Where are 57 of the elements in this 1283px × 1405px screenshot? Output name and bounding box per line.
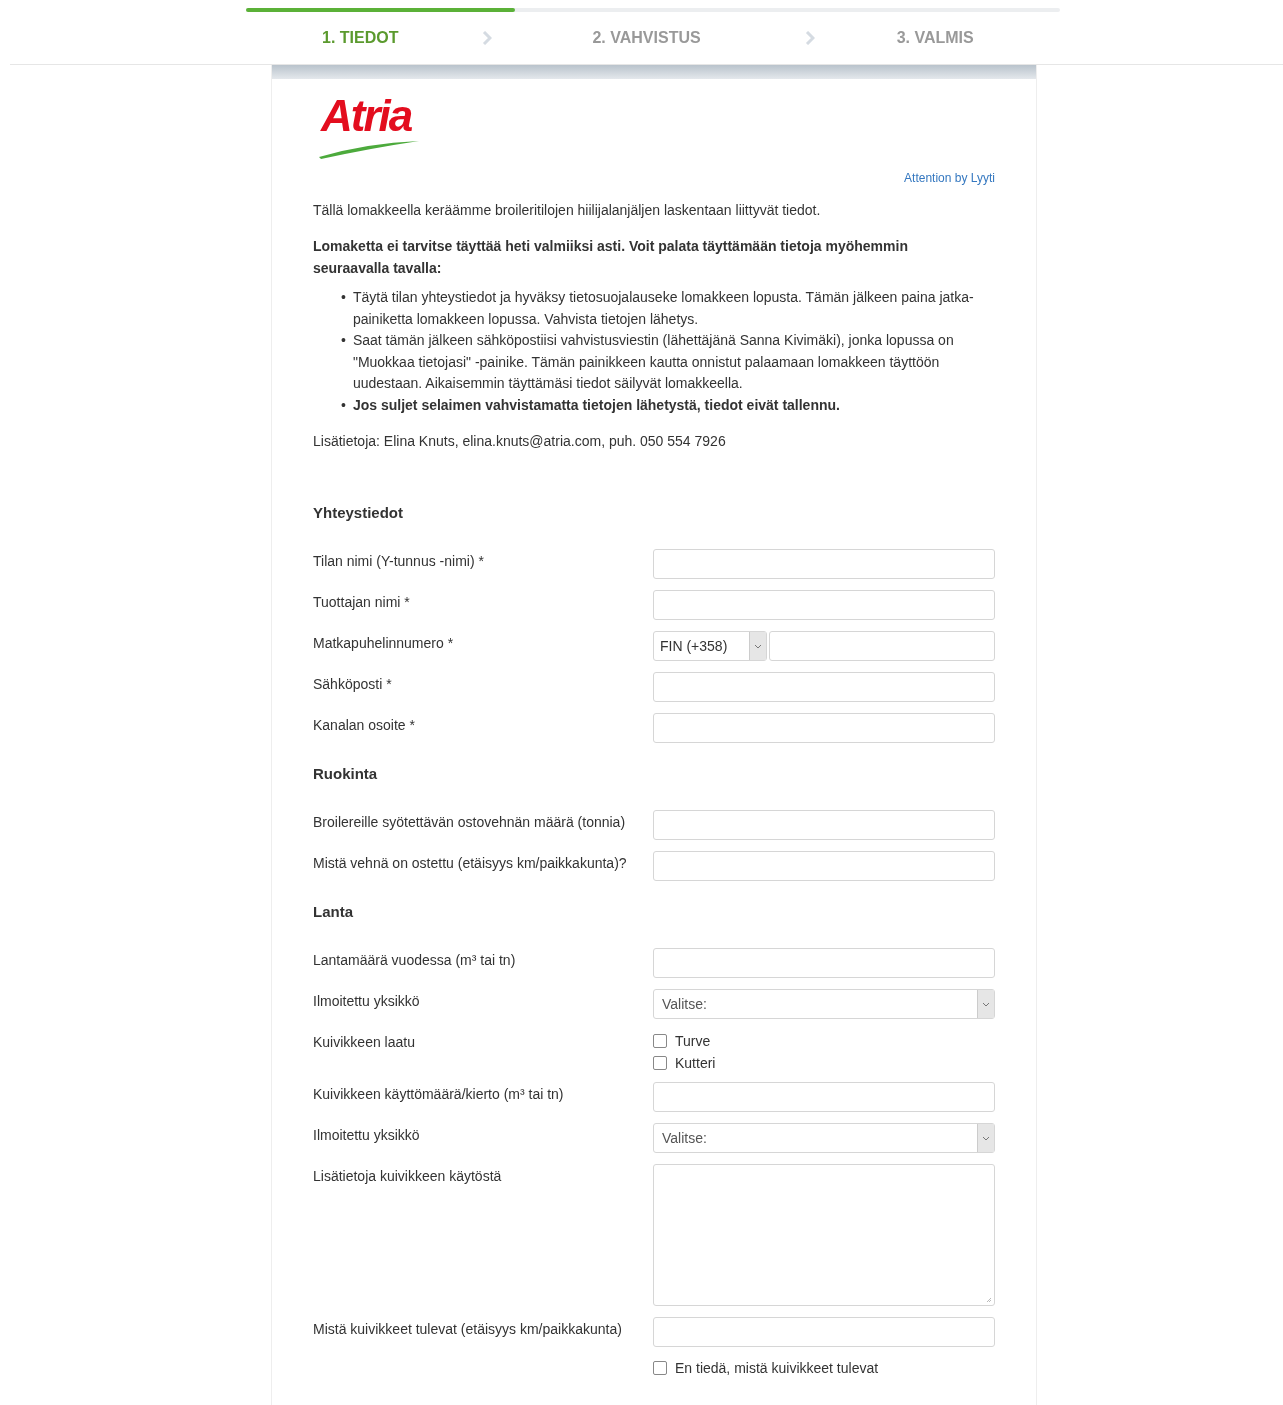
input-field[interactable] — [653, 810, 995, 840]
field-label: Kanalan osoite * — [313, 716, 416, 735]
input-field[interactable] — [653, 713, 995, 743]
input-field[interactable] — [653, 672, 995, 702]
list-item: Jos suljet selaimen vahvistamatta tietojen lähetystä, tiedot eivät tallennu. — [352, 395, 840, 415]
textarea-field[interactable] — [653, 1164, 995, 1306]
field-label: Mistä kuivikkeet tulevat (etäisyys km/paikkakunta) — [313, 1320, 623, 1339]
chevron-icon — [804, 31, 815, 45]
checkbox[interactable] — [653, 1034, 667, 1048]
resize-grip-icon — [986, 1297, 992, 1303]
input-field[interactable] — [653, 1317, 995, 1347]
logo: Atria — [317, 91, 427, 161]
checkbox-label: Kutteri — [675, 1055, 716, 1071]
intro-text: Tällä lomakkeella keräämme broileritilojen hiilijalanjäljen laskentaan liittyvät tiedot. — [313, 201, 822, 220]
attribution-link[interactable]: Attention by Lyyti — [904, 171, 995, 185]
caret-icon — [982, 1001, 990, 1007]
field-label: Sähköposti * — [313, 675, 393, 694]
field-label: Mistä vehnä on ostettu (etäisyys km/paikkakunta)? — [313, 854, 628, 873]
unit-select[interactable]: Valitse: — [653, 989, 995, 1019]
field-label: Lantamäärä vuodessa (m³ tai tn) — [313, 951, 517, 970]
checkbox-label: En tiedä, mistä kuivikkeet tulevat — [675, 1360, 879, 1376]
step-tab[interactable]: 3. VALMIS — [896, 29, 974, 47]
bullet: • — [341, 331, 346, 350]
input-field[interactable] — [653, 1082, 995, 1112]
field-label: Tuottajan nimi * — [313, 593, 411, 612]
unit-select[interactable]: Valitse: — [653, 1123, 995, 1153]
notice-text: Lomaketta ei tarvitse täyttää heti valmiiksi asti. Voit palata täyttämään tietoja myöhemmin seuraavalla tavalla: — [313, 237, 909, 278]
checkbox[interactable] — [653, 1361, 667, 1375]
caret-icon — [982, 1135, 990, 1141]
phone-field[interactable] — [769, 631, 995, 661]
step-tab[interactable]: 2. VAHVISTUS — [592, 29, 701, 47]
input-field[interactable] — [653, 549, 995, 579]
checkbox[interactable] — [653, 1056, 667, 1070]
field-label: Ilmoitettu yksikkö — [313, 992, 421, 1011]
input-field[interactable] — [653, 948, 995, 978]
section-heading: Lanta — [313, 903, 354, 920]
field-label: Kuivikkeen laatu — [313, 1033, 416, 1052]
caret-icon — [754, 643, 762, 649]
country-select[interactable]: FIN (+358) — [653, 631, 767, 661]
chevron-icon — [482, 31, 493, 45]
field-label: Lisätietoja kuivikkeen käytöstä — [313, 1167, 503, 1186]
bullet: • — [341, 288, 346, 307]
field-label: Tilan nimi (Y-tunnus -nimi) * — [313, 552, 485, 571]
checkbox-label: Turve — [675, 1033, 711, 1049]
field-label: Ilmoitettu yksikkö — [313, 1126, 421, 1145]
bullet: • — [341, 395, 346, 415]
input-field[interactable] — [653, 590, 995, 620]
list-item: Saat tämän jälkeen sähköpostiisi vahvistusviestin (lähettäjänä Sanna Kivimäki), jonka lopussa on "Muokkaa tietojasi" -painike. Tämän painikkeen kautta onnistut palaamaan lomakkeen täyttöön uudestaan. Aikaisemmin täyttämäsi tiedot säilyvät lomakkeella. — [352, 331, 955, 393]
field-label: Kuivikkeen käyttömäärä/kierto (m³ tai tn) — [313, 1085, 565, 1104]
field-label: Matkapuhelinnumero * — [313, 634, 455, 653]
input-field[interactable] — [653, 851, 995, 881]
contact-text: Lisätietoja: Elina Knuts, elina.knuts@atria.com, puh. 050 554 7926 — [313, 432, 727, 451]
step-tab[interactable]: 1. TIEDOT — [322, 29, 399, 47]
section-heading: Yhteystiedot — [313, 504, 404, 521]
section-heading: Ruokinta — [313, 765, 379, 782]
list-item: Täytä tilan yhteystiedot ja hyväksy tietosuojalauseke lomakkeen lopusta. Tämän jälkeen paina jatka-painiketta lomakkeen lopussa. Vahvista tietojen lähetys. — [352, 288, 975, 329]
field-label: Broilereille syötettävän ostovehnän määrä (tonnia) — [313, 813, 627, 832]
